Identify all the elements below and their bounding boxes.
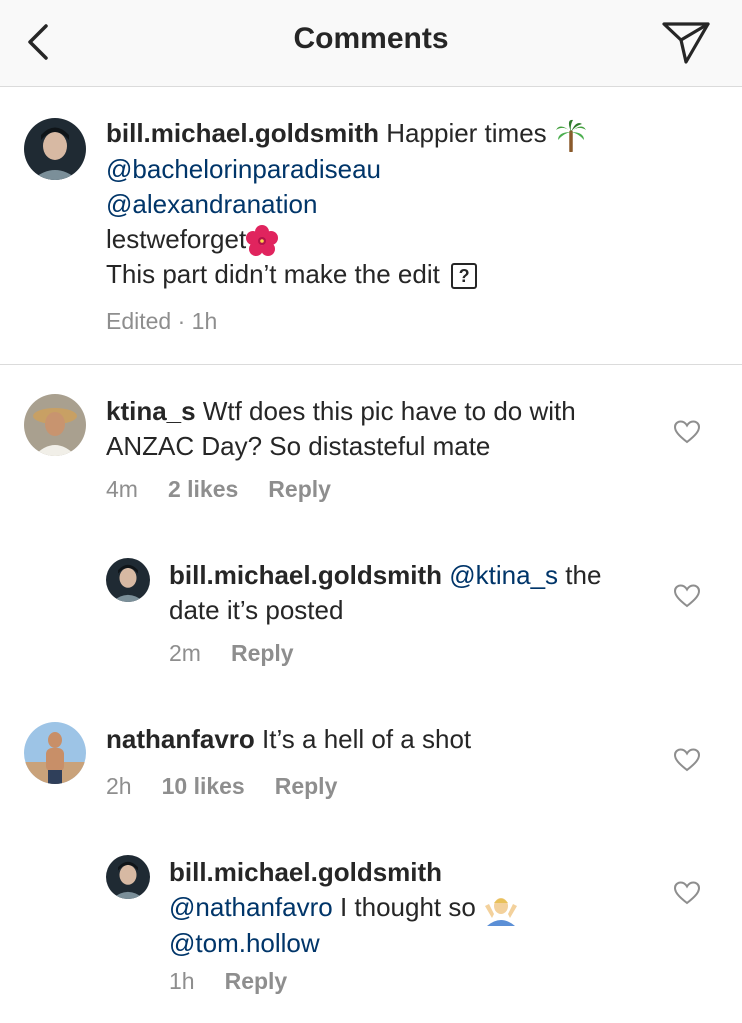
hibiscus-emoji <box>246 225 279 257</box>
avatar[interactable] <box>24 394 86 456</box>
heart-outline-icon[interactable] <box>674 584 700 608</box>
comment-body-line-2: ANZAC Day? So distasteful mate <box>106 431 491 461</box>
reply-time: 1h <box>169 968 195 994</box>
reply-button[interactable]: Reply <box>275 773 338 799</box>
mention-link[interactable]: @ktina_s <box>449 560 558 590</box>
page-title: Comments <box>293 22 449 55</box>
comment-body: Wtf does this pic have to do with <box>202 396 576 426</box>
reply-username[interactable]: bill.michael.goldsmith <box>169 855 659 890</box>
likes-count[interactable]: 10 likes <box>162 773 245 799</box>
heart-outline-icon[interactable] <box>674 748 700 772</box>
comment-time: 4m <box>106 476 138 502</box>
comment-time: 2h <box>106 773 132 799</box>
caption-meta: Edited · 1h <box>106 308 247 335</box>
reply-button[interactable]: Reply <box>268 476 331 502</box>
reply-button[interactable]: Reply <box>231 640 294 666</box>
comment-text: nathanfavro It’s a hell of a shot <box>106 722 666 757</box>
mention-link[interactable]: @tom.hollow <box>169 926 659 961</box>
reply-text: bill.michael.goldsmith @ktina_s the date… <box>169 558 659 628</box>
reply-meta: 2m Reply <box>169 640 324 667</box>
reply-body: the <box>565 560 602 590</box>
avatar[interactable] <box>106 558 150 602</box>
mention-link[interactable]: @nathanfavro <box>169 892 333 922</box>
avatar[interactable] <box>24 118 86 180</box>
heart-outline-icon[interactable] <box>674 420 700 444</box>
comment-username[interactable]: ktina_s <box>106 396 196 426</box>
header-bar: Comments <box>0 0 742 87</box>
caption-username[interactable]: bill.michael.goldsmith <box>106 118 379 148</box>
shrug-emoji <box>485 898 518 927</box>
reply-body: I thought so <box>339 892 476 922</box>
comment-meta: 2h 10 likes Reply <box>106 773 367 800</box>
unknown-glyph-box: ? <box>451 263 478 290</box>
reply-username[interactable]: bill.michael.goldsmith <box>169 560 442 590</box>
caption-text: bill.michael.goldsmith Happier times @ba… <box>106 116 706 292</box>
avatar[interactable] <box>24 722 86 784</box>
comment-meta: 4m 2 likes Reply <box>106 476 361 503</box>
avatar[interactable] <box>106 855 150 899</box>
caption-line-4: This part didn’t make the edit <box>106 259 440 290</box>
paper-plane-icon[interactable] <box>660 18 712 66</box>
reply-meta: 1h Reply <box>169 968 317 995</box>
comment-body: It’s a hell of a shot <box>262 724 472 754</box>
caption-line-1: Happier times <box>386 118 547 148</box>
caption-edited-time: Edited · 1h <box>106 308 218 334</box>
reply-text: bill.michael.goldsmith @nathanfavro I th… <box>169 855 659 961</box>
reply-time: 2m <box>169 640 201 666</box>
heart-outline-icon[interactable] <box>674 881 700 905</box>
post-caption: bill.michael.goldsmith Happier times @ba… <box>0 88 742 365</box>
likes-count[interactable]: 2 likes <box>168 476 238 502</box>
mention-link[interactable]: @bachelorinparadiseau <box>106 152 706 187</box>
palm-tree-emoji <box>555 120 586 153</box>
reply-body-line-2: date it’s posted <box>169 595 344 625</box>
reply-button[interactable]: Reply <box>225 968 288 994</box>
mention-link[interactable]: @alexandranation <box>106 187 706 222</box>
comment-username[interactable]: nathanfavro <box>106 724 255 754</box>
comment-text: ktina_s Wtf does this pic have to do wit… <box>106 394 666 464</box>
caption-line-3: lestweforget <box>106 224 247 255</box>
